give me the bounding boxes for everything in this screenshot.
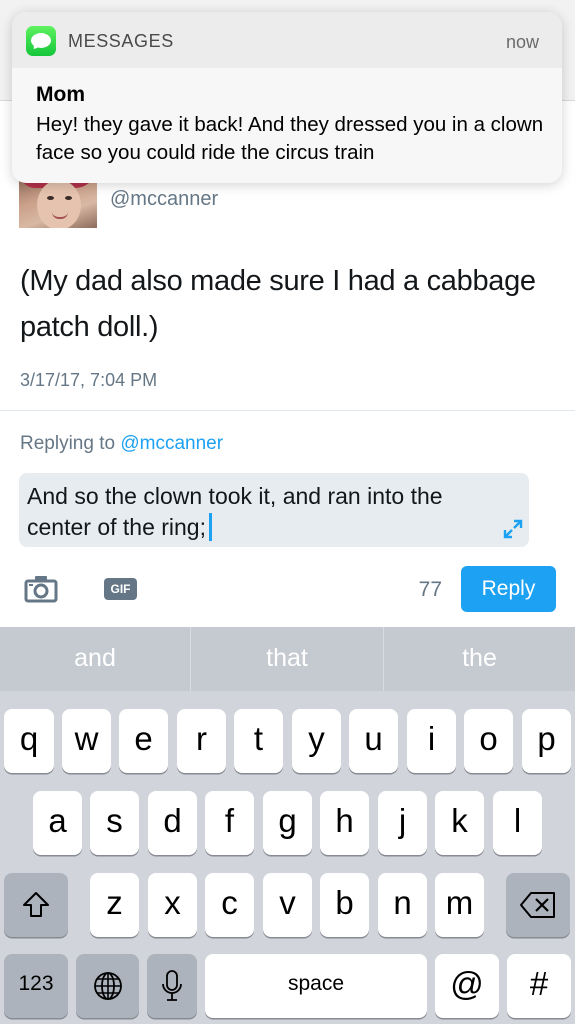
key-i[interactable]: i [407, 709, 456, 773]
notification-body: Hey! they gave it back! And they dressed… [36, 113, 544, 164]
messages-app-icon [26, 26, 56, 56]
replying-to-line: Replying to @mccanner [20, 433, 223, 455]
camera-icon[interactable] [24, 575, 58, 603]
key-v[interactable]: v [263, 873, 312, 937]
divider [0, 410, 575, 411]
key-c[interactable]: c [205, 873, 254, 937]
numbers-key[interactable]: 123 [4, 954, 68, 1018]
avatar-eye [47, 196, 54, 200]
key-r[interactable]: r [177, 709, 226, 773]
notification-app-name: MESSAGES [68, 31, 174, 51]
backspace-icon [520, 892, 555, 918]
key-y[interactable]: y [292, 709, 341, 773]
key-b[interactable]: b [320, 873, 369, 937]
key-w[interactable]: w [62, 709, 111, 773]
prediction-option[interactable]: and [0, 627, 190, 691]
key-s[interactable]: s [90, 791, 139, 855]
key-g[interactable]: g [263, 791, 312, 855]
tweet-timestamp: 3/17/17, 7:04 PM [20, 370, 158, 390]
key-h[interactable]: h [320, 791, 369, 855]
key-t[interactable]: t [234, 709, 283, 773]
expand-icon[interactable] [503, 519, 523, 539]
tweet-author-handle[interactable]: @mccanner [110, 188, 218, 211]
notification-time: now [505, 32, 539, 52]
reply-draft-text[interactable]: And so the clown took it, and ran into t… [27, 481, 507, 543]
key-k[interactable]: k [435, 791, 484, 855]
key-p[interactable]: p [522, 709, 571, 773]
globe-key[interactable] [76, 954, 139, 1018]
reply-compose-field[interactable]: And so the clown took it, and ran into t… [19, 473, 529, 547]
key-l[interactable]: l [493, 791, 542, 855]
key-f[interactable]: f [205, 791, 254, 855]
delete-key[interactable] [506, 873, 570, 937]
notification-header: MESSAGES now [12, 12, 562, 68]
key-a[interactable]: a [33, 791, 82, 855]
shift-key[interactable] [4, 873, 68, 937]
message-notification[interactable]: MESSAGES now Mom Hey! they gave it back!… [12, 12, 562, 183]
at-key[interactable]: @ [435, 954, 499, 1018]
predictive-bar: and that the [0, 627, 575, 691]
hash-key[interactable]: # [507, 954, 571, 1018]
tweet-text: (My dad also made sure I had a cabbage p… [20, 265, 536, 343]
shift-icon [23, 892, 49, 917]
key-q[interactable]: q [4, 709, 54, 773]
key-n[interactable]: n [378, 873, 427, 937]
avatar-face [37, 180, 81, 228]
key-x[interactable]: x [148, 873, 197, 937]
globe-icon [93, 972, 122, 1000]
prediction-option[interactable]: the [384, 627, 575, 691]
key-z[interactable]: z [90, 873, 139, 937]
notification-sender: Mom [36, 83, 85, 106]
gif-icon[interactable]: GIF [104, 578, 137, 600]
key-e[interactable]: e [119, 709, 168, 773]
dictation-key[interactable] [147, 954, 197, 1018]
key-u[interactable]: u [349, 709, 398, 773]
replying-prefix: Replying to [20, 433, 116, 454]
reply-button[interactable]: Reply [461, 566, 556, 612]
key-m[interactable]: m [435, 873, 484, 937]
avatar-eye [65, 196, 72, 200]
character-count: 77 [418, 578, 442, 601]
replying-to-handle[interactable]: @mccanner [120, 433, 223, 454]
text-caret [209, 513, 212, 541]
space-key[interactable]: space [205, 954, 427, 1018]
key-j[interactable]: j [378, 791, 427, 855]
prediction-option[interactable]: that [191, 627, 383, 691]
key-d[interactable]: d [148, 791, 197, 855]
key-o[interactable]: o [464, 709, 513, 773]
keyboard: and that the q w e r t y u i o p a s d f… [0, 627, 575, 1024]
microphone-icon [162, 970, 182, 1001]
